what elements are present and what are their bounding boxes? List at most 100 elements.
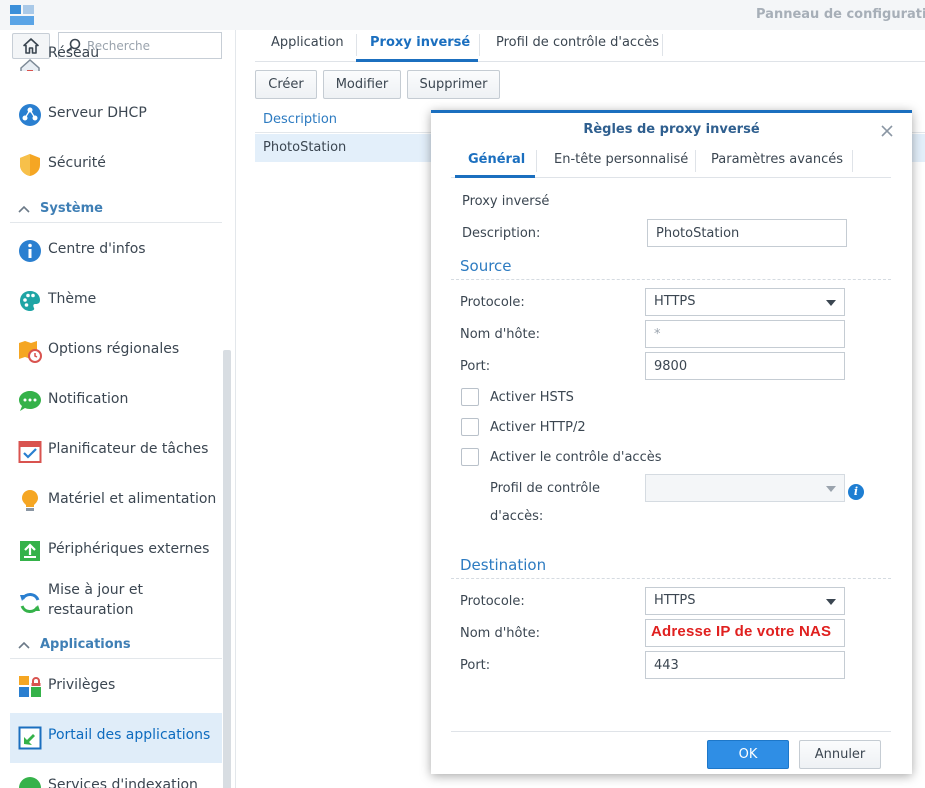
sidebar-item-label: Sécurité [48, 155, 106, 171]
palette-icon [20, 291, 40, 311]
external-device-icon [20, 541, 40, 561]
http2-label: Activer HTTP/2 [490, 420, 586, 435]
dest-port-input[interactable] [645, 651, 845, 679]
section-system[interactable]: Système [10, 197, 222, 223]
dest-port-label: Port: [460, 658, 491, 673]
sidebar-item-label: Serveur DHCP [48, 105, 147, 121]
sidebar-item-theme[interactable]: Thème [10, 277, 222, 325]
close-icon[interactable] [879, 123, 895, 139]
row-description: PhotoStation [263, 140, 347, 155]
sidebar-item-hardware-power[interactable]: Matériel et alimentation [10, 477, 222, 525]
title-bar: Panneau de configurati [0, 0, 925, 30]
tab-separator [852, 150, 853, 172]
cancel-button[interactable]: Annuler [799, 740, 881, 769]
column-header-description[interactable]: Description [263, 112, 337, 127]
sidebar-item-label: Réseau [48, 45, 100, 61]
chevron-up-icon [18, 641, 30, 649]
source-port-input[interactable] [645, 352, 845, 380]
sidebar-item-regional-options[interactable]: Options régionales [10, 327, 222, 375]
dropdown-arrow-icon [826, 486, 836, 492]
dest-protocol-value: HTTPS [654, 593, 696, 608]
sidebar-item-application-portal[interactable]: Portail des applications [10, 713, 222, 763]
sidebar-item-security[interactable]: Sécurité [10, 141, 222, 189]
sidebar-item-info-center[interactable]: Centre d'infos [10, 227, 222, 275]
section-title: Applications [40, 637, 131, 652]
source-section-title: Source [460, 257, 512, 275]
house-network-icon [20, 58, 40, 71]
sidebar-item-label: Centre d'infos [48, 241, 146, 257]
dest-protocol-label: Protocole: [460, 594, 525, 609]
dropdown-arrow-icon [826, 300, 836, 306]
dest-protocol-select[interactable]: HTTPS [645, 587, 845, 615]
dropdown-arrow-icon [826, 599, 836, 605]
hsts-label: Activer HSTS [490, 390, 574, 405]
description-label: Description: [462, 226, 541, 241]
hsts-checkbox[interactable] [461, 388, 479, 406]
tab-general[interactable]: Général [468, 152, 525, 167]
map-clock-icon [19, 341, 42, 363]
sidebar-item-indexing-service[interactable]: Services d'indexation [10, 770, 222, 788]
sidebar-item-notification[interactable]: Notification [10, 377, 222, 425]
create-button[interactable]: Créer [255, 70, 317, 99]
source-hostname-label: Nom d'hôte: [460, 327, 540, 342]
sidebar-item-label: Privilèges [48, 677, 116, 693]
ok-button[interactable]: OK [707, 740, 789, 769]
tab-access-control-profile[interactable]: Profil de contrôle d'accès [496, 35, 659, 50]
access-profile-select[interactable] [645, 474, 845, 502]
dialog-title: Règles de proxy inversé [583, 122, 760, 137]
source-protocol-label: Protocole: [460, 295, 525, 310]
tab-separator [695, 150, 696, 172]
sidebar-item-label: Mise à jour et restauration [48, 582, 143, 618]
tab-custom-header[interactable]: En-tête personnalisé [554, 152, 688, 167]
access-control-label: Activer le contrôle d'accès [490, 450, 662, 465]
source-hostname-input[interactable] [645, 320, 845, 348]
sidebar-item-label: Planificateur de tâches [48, 441, 209, 457]
access-profile-label: Profil de contrôle [490, 481, 600, 496]
source-protocol-select[interactable]: HTTPS [645, 288, 845, 316]
section-divider [451, 578, 891, 579]
footer-divider [451, 731, 891, 732]
sidebar-item-dhcp[interactable]: Serveur DHCP [10, 91, 222, 139]
edit-button[interactable]: Modifier [323, 70, 401, 99]
info-icon[interactable]: i [848, 484, 864, 500]
proxy-label: Proxy inversé [462, 194, 550, 209]
sidebar-scrollbar[interactable] [223, 350, 231, 788]
sidebar-item-privileges[interactable]: Privilèges [10, 663, 222, 711]
indexing-icon [19, 777, 41, 788]
tab-reverse-proxy[interactable]: Proxy inversé [370, 35, 470, 50]
sidebar-item-update-restore[interactable]: Mise à jour et restauration [10, 577, 222, 629]
chat-bubble-icon [19, 391, 41, 411]
access-profile-label-cont: d'accès: [490, 509, 544, 524]
sidebar-item-task-scheduler[interactable]: Planificateur de tâches [10, 427, 222, 475]
source-port-label: Port: [460, 359, 491, 374]
tab-separator [356, 34, 357, 56]
dhcp-server-icon [19, 104, 41, 126]
delete-button[interactable]: Supprimer [407, 70, 500, 99]
sidebar-item-label: Options régionales [48, 341, 180, 357]
sidebar-item-label: Matériel et alimentation [48, 491, 217, 507]
active-tab-indicator [455, 175, 535, 178]
sidebar-item-label: Thème [48, 291, 97, 307]
section-title: Système [40, 201, 103, 216]
dest-hostname-input[interactable]: Adresse IP de votre NAS [645, 619, 845, 647]
access-control-checkbox[interactable] [461, 448, 479, 466]
sidebar-item-external-devices[interactable]: Périphériques externes [10, 527, 222, 575]
refresh-icon [20, 592, 40, 614]
section-applications[interactable]: Applications [10, 633, 222, 659]
tab-advanced-settings[interactable]: Paramètres avancés [711, 152, 843, 167]
chevron-up-icon [18, 205, 30, 213]
tab-separator [479, 34, 480, 56]
description-input[interactable] [647, 219, 847, 247]
lightbulb-icon [22, 490, 38, 511]
dest-hostname-label: Nom d'hôte: [460, 626, 540, 641]
http2-checkbox[interactable] [461, 418, 479, 436]
sidebar: Réseau Serveur DHCP Sécurité Système Cen… [0, 30, 236, 788]
sidebar-item-network[interactable]: Réseau [10, 43, 222, 71]
shield-icon [20, 154, 40, 176]
source-protocol-value: HTTPS [654, 294, 696, 309]
dialog-tabs: Général En-tête personnalisé Paramètres … [451, 144, 891, 178]
dest-hostname-value: Adresse IP de votre NAS [651, 623, 832, 640]
tab-application[interactable]: Application [271, 35, 344, 50]
calendar-check-icon [18, 441, 42, 463]
privileges-grid-icon [19, 676, 41, 697]
